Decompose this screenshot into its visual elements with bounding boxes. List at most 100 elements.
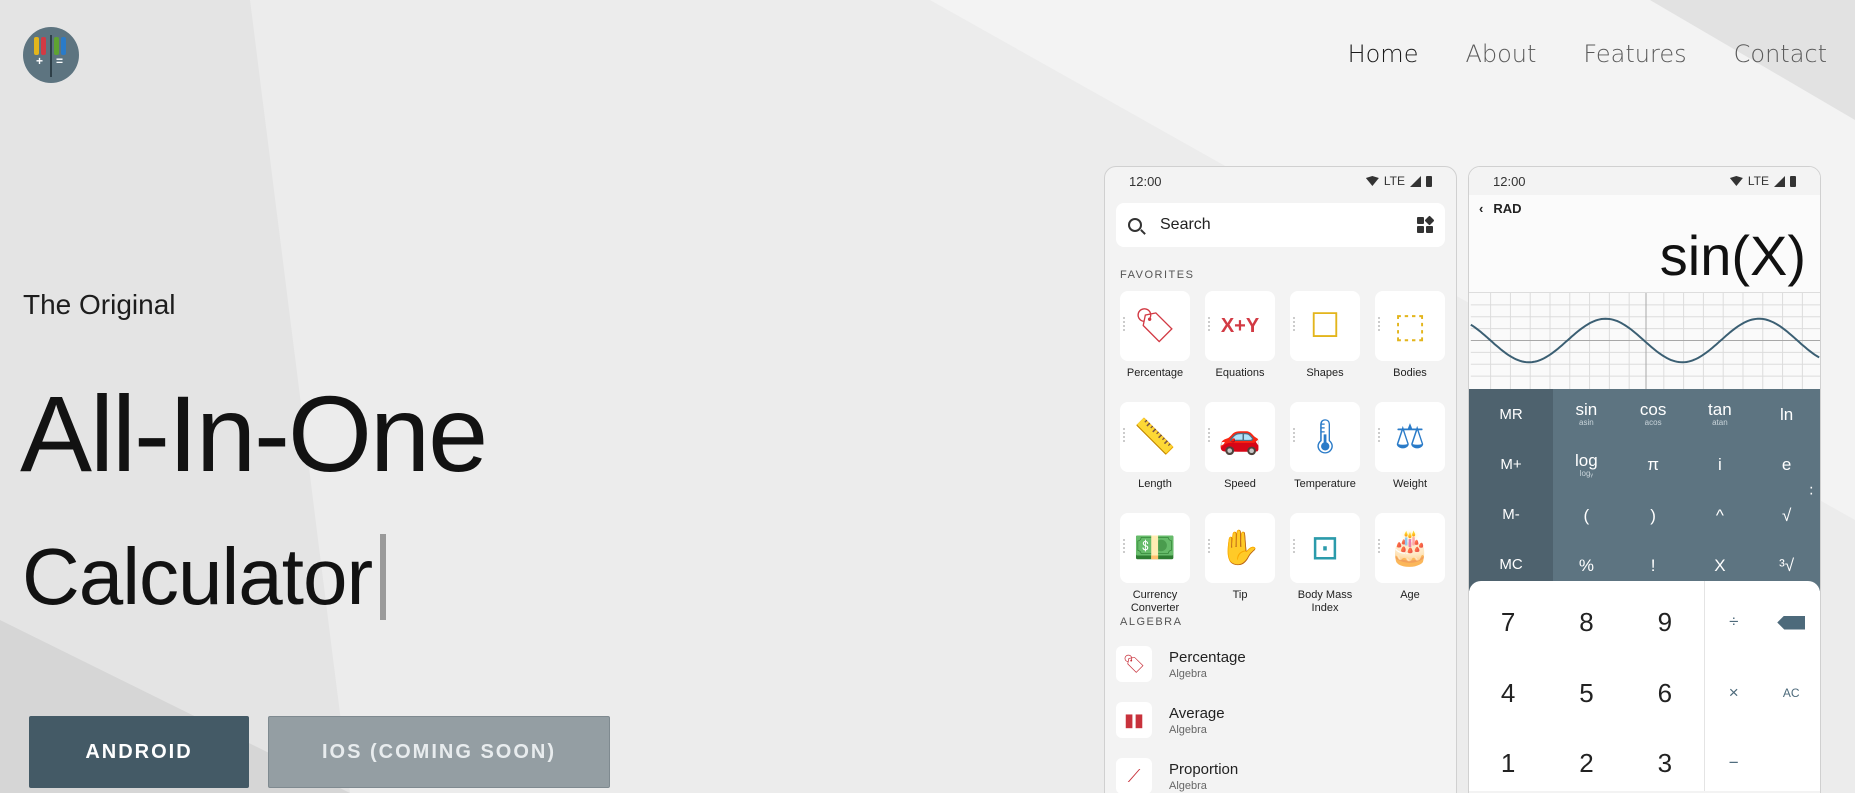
status-network: LTE (1747, 174, 1769, 188)
digit-key[interactable]: 8 (1547, 601, 1625, 643)
weight-icon: ⚖ (1394, 418, 1426, 456)
main-nav: Home About Features Contact (1348, 40, 1827, 68)
status-bar: 12:00 LTE (1469, 167, 1820, 195)
operator-key[interactable]: ÷ (1705, 601, 1763, 643)
function-key-secondary: asin (1579, 418, 1594, 427)
favorite-tile-label: Tip (1232, 589, 1248, 601)
backspace-key[interactable] (1763, 601, 1821, 643)
favorite-tile[interactable]: ☐ Shapes (1290, 291, 1360, 394)
favorite-tile-label: Currency Converter (1130, 589, 1180, 614)
scale-icon: ⊡ (1310, 529, 1340, 567)
function-key-label: π (1647, 455, 1659, 474)
more-options-icon[interactable]: · · (1809, 480, 1814, 502)
nav-about[interactable]: About (1465, 40, 1536, 68)
memory-key[interactable]: M+ (1469, 439, 1553, 489)
search-input[interactable]: Search (1160, 216, 1399, 234)
favorite-tile[interactable]: ⬚ Bodies (1375, 291, 1445, 394)
favorite-tile[interactable]: ✋ Tip (1205, 513, 1275, 616)
function-key-secondary: acos (1644, 418, 1662, 427)
function-key[interactable]: ln (1753, 389, 1820, 439)
wifi-icon (1729, 176, 1743, 186)
operator-key[interactable] (1763, 742, 1821, 784)
favorite-tile[interactable]: X+Y Equations (1205, 291, 1275, 394)
function-key[interactable]: sin asin (1553, 389, 1620, 439)
function-key-label: √ (1781, 505, 1792, 525)
function-key[interactable]: π (1620, 440, 1687, 490)
signal-icon (1774, 175, 1785, 187)
favorite-tile[interactable]: 💵 Currency Converter (1120, 513, 1190, 616)
memory-key[interactable]: MR (1469, 389, 1553, 439)
list-item[interactable]: ▮▮ Average Algebra (1116, 692, 1456, 748)
digit-keys: 789 456 123 (1469, 601, 1704, 791)
digit-key[interactable]: 1 (1469, 742, 1547, 784)
favorite-tile[interactable]: ⚖ Weight (1375, 402, 1445, 505)
favorite-tile-label: Shapes (1306, 367, 1344, 379)
number-keypad: 789 456 123 ÷ × AC − (1469, 581, 1820, 791)
nav-contact[interactable]: Contact (1734, 40, 1827, 68)
digit-key[interactable]: 2 (1547, 742, 1625, 784)
search-icon (1128, 218, 1142, 232)
digit-key[interactable]: 9 (1626, 601, 1704, 643)
nav-home[interactable]: Home (1348, 40, 1419, 68)
hero-subtitle: Calculator (22, 532, 387, 621)
nav-features[interactable]: Features (1583, 40, 1686, 68)
function-key[interactable]: ( (1553, 490, 1620, 540)
function-key-label: ! (1650, 556, 1656, 575)
digit-key[interactable]: 4 (1469, 672, 1547, 714)
operator-keys: ÷ × AC − (1704, 581, 1820, 791)
chevron-left-icon[interactable]: ‹ (1479, 201, 1483, 216)
function-key-label: i (1717, 455, 1722, 474)
backspace-icon (1777, 615, 1806, 630)
favorite-tile[interactable]: ⊡ Body Mass Index (1290, 513, 1360, 616)
digit-key[interactable]: 7 (1469, 601, 1547, 643)
favorite-tile[interactable]: 🏷 Percentage (1120, 291, 1190, 394)
memory-keys: MR M+ M- MC (1469, 389, 1553, 591)
angle-mode[interactable]: ‹ RAD (1479, 201, 1522, 216)
search-bar[interactable]: Search (1116, 203, 1445, 247)
list-item-title: Percentage (1169, 648, 1246, 666)
operator-key[interactable]: − (1705, 742, 1763, 784)
app-logo[interactable]: + = (23, 27, 79, 83)
function-key-label: ( (1583, 505, 1590, 525)
list-item-subtitle: Algebra (1169, 723, 1207, 736)
operator-key[interactable]: AC (1763, 672, 1821, 714)
function-key[interactable]: cos acos (1620, 389, 1687, 439)
list-item[interactable]: 🏷 Percentage Algebra (1116, 636, 1456, 692)
favorite-tile[interactable]: 🎂 Age (1375, 513, 1445, 616)
calculator-display: 12:00 LTE ‹ RAD sin(X) (1469, 167, 1820, 292)
ios-button[interactable]: IOS (COMING SOON) (268, 716, 610, 788)
favorite-tile[interactable]: 🚗 Speed (1205, 402, 1275, 505)
digit-key[interactable]: 3 (1626, 742, 1704, 784)
digit-key[interactable]: 6 (1626, 672, 1704, 714)
favorite-tile-label: Age (1400, 589, 1420, 601)
algebra-list: 🏷 Percentage Algebra ▮▮ Average Algebra ⟋ … (1105, 636, 1456, 793)
favorites-grid: 🏷 Percentage X+Y Equations ☐ Shapes ⬚ Bodie… (1120, 291, 1456, 616)
bar-chart-icon: ▮▮ (1124, 709, 1144, 730)
square-icon: ☐ (1309, 307, 1341, 345)
function-key[interactable]: ^ (1687, 490, 1754, 540)
function-key[interactable]: ) (1620, 490, 1687, 540)
favorite-tile[interactable]: 🌡 Temperature (1290, 402, 1360, 505)
function-key-secondary: logᵧ (1579, 468, 1593, 478)
digit-key[interactable]: 5 (1547, 672, 1625, 714)
phone-mockup-home: 12:00 LTE Search FAVORITES 🏷 Percentage X… (1104, 166, 1457, 793)
cake-icon: 🎂 (1388, 529, 1432, 567)
function-key-secondary: atan (1712, 418, 1728, 427)
memory-key[interactable]: M- (1469, 489, 1553, 539)
equations-icon: X+Y (1220, 314, 1260, 337)
widgets-grid-icon[interactable] (1417, 215, 1435, 233)
function-key-label: sin (1575, 400, 1598, 419)
function-key-label: tan (1708, 400, 1732, 419)
hero-kicker: The Original (23, 289, 176, 320)
hero-subtitle-text: Calculator (22, 532, 373, 621)
favorite-tile[interactable]: 📏 Length (1120, 402, 1190, 505)
signal-icon (1410, 175, 1421, 187)
operator-key[interactable]: × (1705, 672, 1763, 714)
list-item[interactable]: ⟋ Proportion Algebra (1116, 748, 1456, 793)
function-key-label: cos (1639, 400, 1667, 419)
function-key[interactable]: i (1687, 440, 1754, 490)
function-key[interactable]: tan atan (1687, 389, 1754, 439)
function-key[interactable]: log logᵧ (1553, 440, 1620, 490)
function-graph (1469, 292, 1820, 389)
android-button[interactable]: ANDROID (29, 716, 249, 788)
